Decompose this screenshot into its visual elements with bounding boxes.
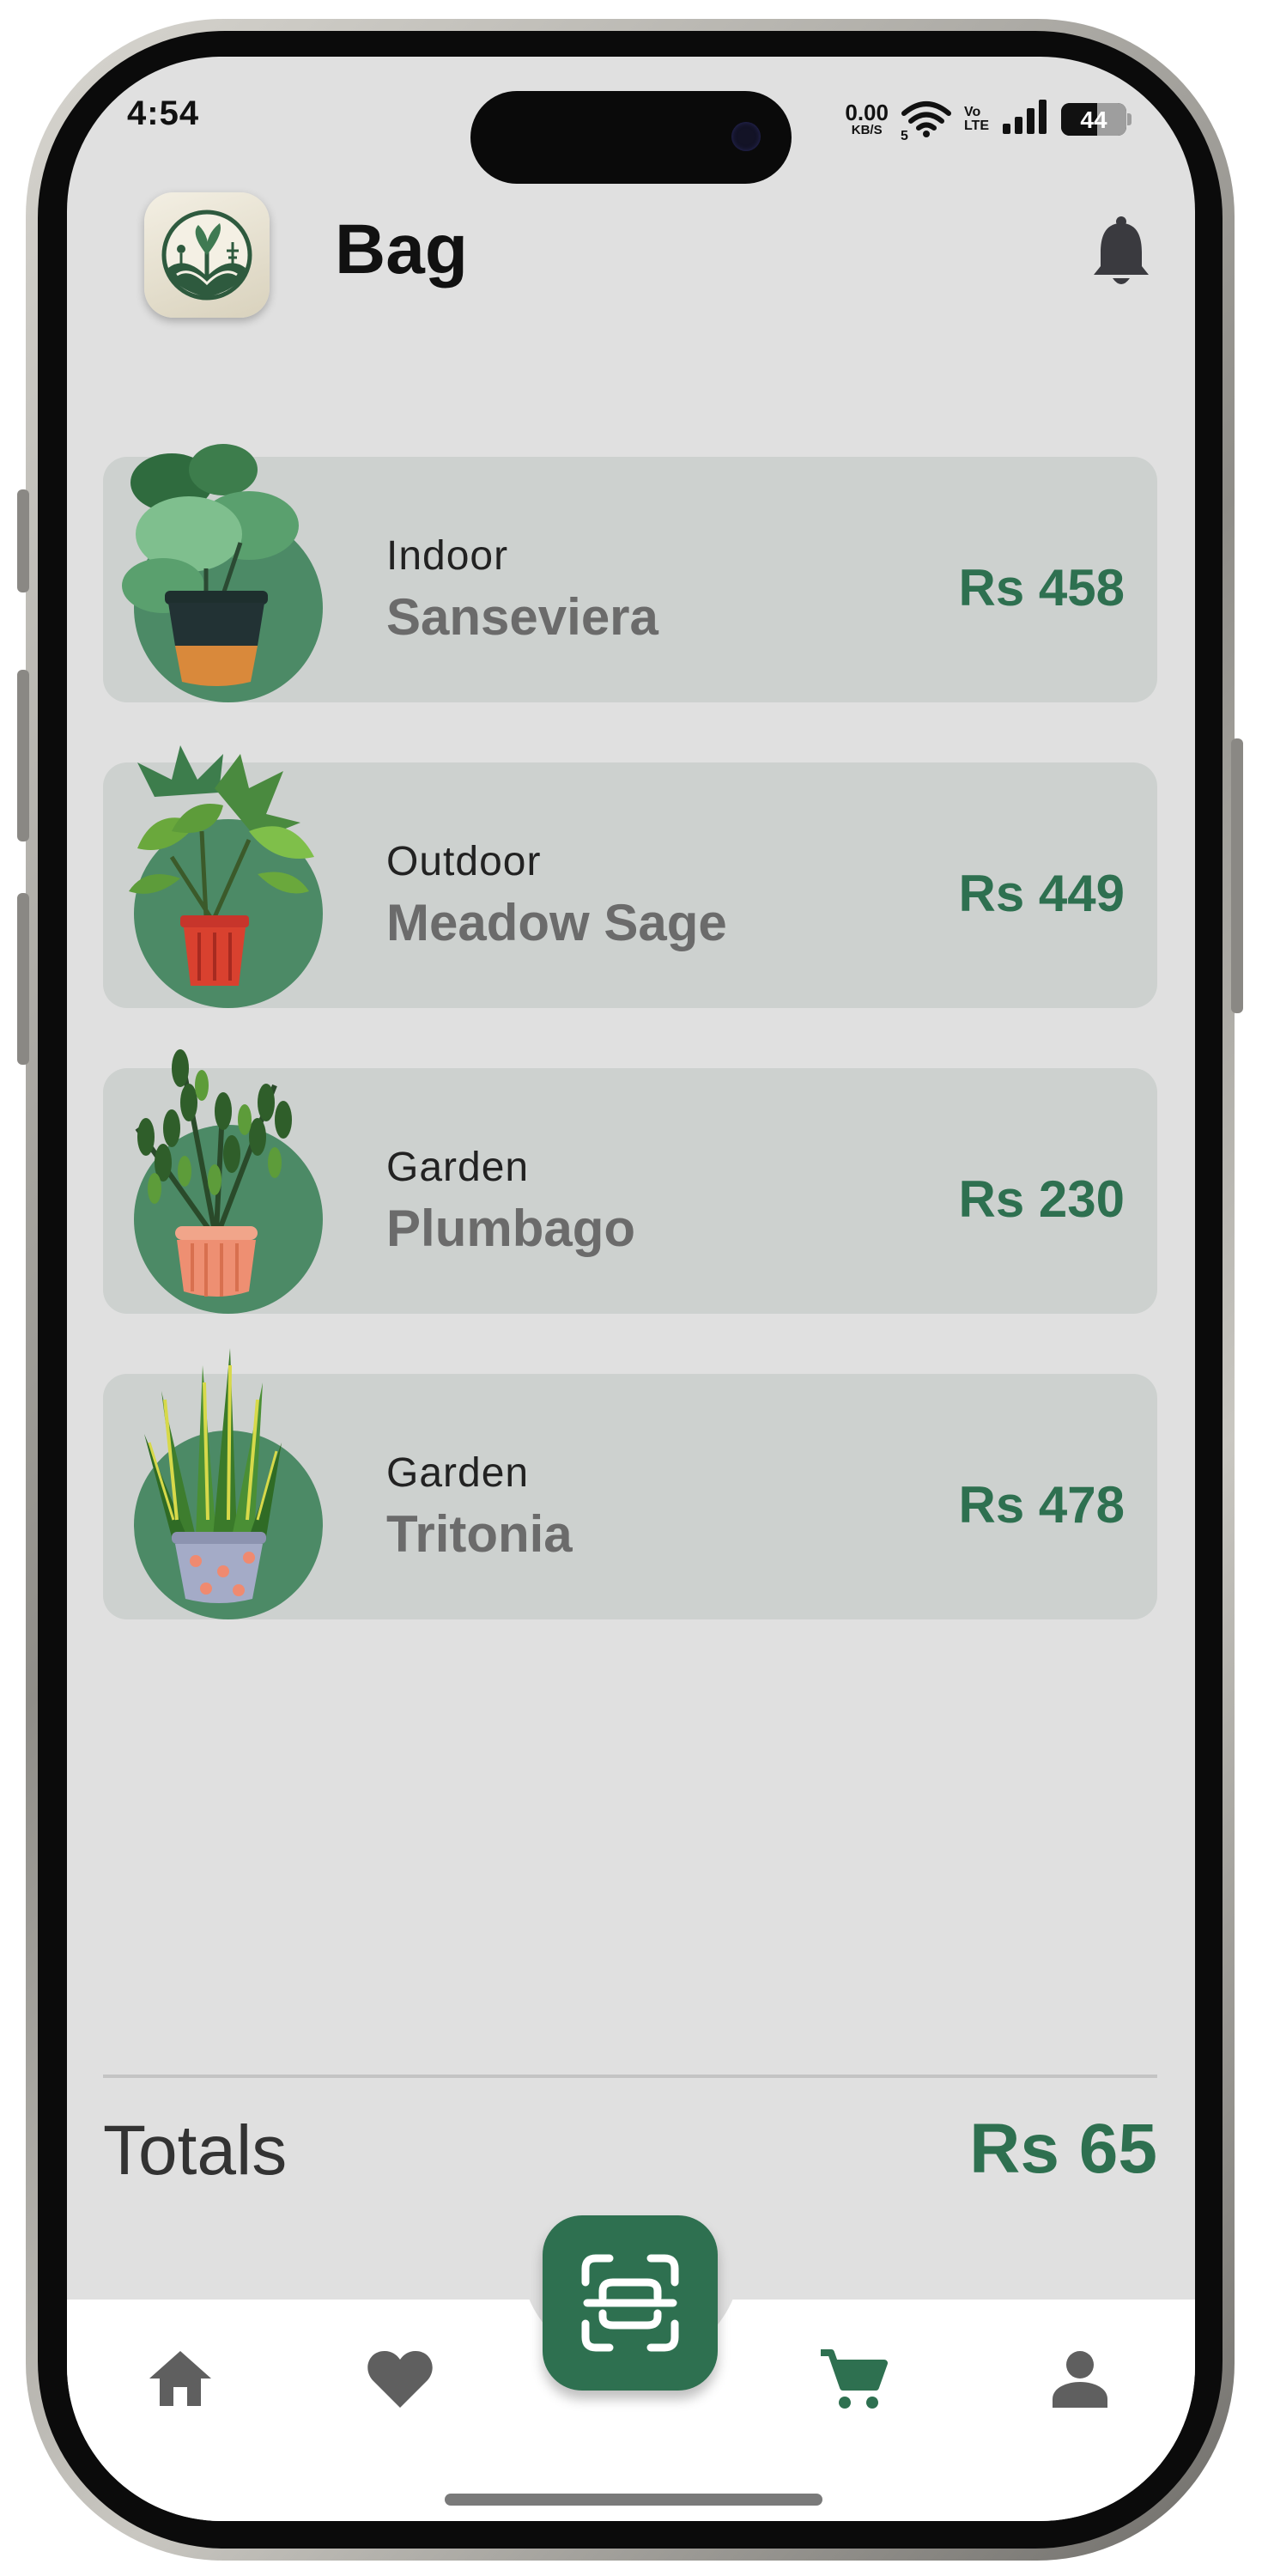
home-indicator xyxy=(445,2494,822,2506)
totals-label: Totals xyxy=(103,2111,288,2190)
item-category: Indoor xyxy=(386,533,509,579)
profile-icon xyxy=(1053,2351,1107,2408)
nav-favorites[interactable] xyxy=(366,2348,434,2414)
signal-icon xyxy=(1001,98,1049,140)
status-icons: 0.00 KB/S 5 Vo LTE 44 xyxy=(845,98,1132,143)
plant-logo-icon xyxy=(161,210,252,301)
network-speed-unit: KB/S xyxy=(851,123,883,137)
camera-icon xyxy=(731,122,761,151)
page-title: Bag xyxy=(335,210,468,289)
wifi-icon: 5 xyxy=(901,100,952,143)
dynamic-island xyxy=(470,91,792,184)
item-price: Rs 230 xyxy=(958,1170,1125,1228)
nav-home[interactable] xyxy=(146,2348,215,2414)
status-time: 4:54 xyxy=(127,94,200,132)
action-button xyxy=(17,489,29,592)
plant-tritonia-image xyxy=(144,1348,282,1603)
volume-down-button xyxy=(17,893,29,1065)
cart-item[interactable]: Garden Tritonia Rs 478 xyxy=(103,1348,1157,1619)
item-name: Meadow Sage xyxy=(386,894,727,951)
cart-item[interactable]: Outdoor Meadow Sage Rs 449 xyxy=(103,745,1157,1008)
battery-level: 44 xyxy=(1080,106,1107,133)
home-icon xyxy=(149,2351,211,2406)
totals-divider xyxy=(103,2075,1157,2078)
item-name: Tritonia xyxy=(386,1505,573,1563)
network-speed-value: 0.00 xyxy=(845,100,889,125)
item-category: Outdoor xyxy=(386,839,542,884)
volte-top: Vo xyxy=(963,104,981,119)
notifications-button[interactable] xyxy=(1090,215,1152,291)
item-category: Garden xyxy=(386,1145,530,1190)
nav-profile[interactable] xyxy=(1049,2348,1111,2414)
plant-plumbago-image xyxy=(135,1049,292,1297)
cart-item[interactable]: Garden Plumbago Rs 230 xyxy=(103,1049,1157,1314)
scan-icon xyxy=(581,2254,679,2352)
wifi-band-label: 5 xyxy=(900,128,908,143)
item-price: Rs 458 xyxy=(958,559,1125,617)
item-price: Rs 478 xyxy=(958,1476,1125,1534)
app-screen: 4:54 0.00 KB/S 5 Vo LTE 44 Bag Indoor Sa… xyxy=(67,57,1195,2521)
network-speed: 0.00 KB/S xyxy=(845,101,889,137)
cart-item[interactable]: Indoor Sanseviera Rs 458 xyxy=(103,444,1157,702)
heart-icon xyxy=(367,2351,433,2408)
power-button xyxy=(1231,738,1243,1013)
nav-cart[interactable] xyxy=(819,2348,888,2417)
volte-bottom: LTE xyxy=(963,118,989,133)
item-name: Sanseviera xyxy=(386,588,658,646)
item-name: Plumbago xyxy=(386,1200,636,1257)
scan-button[interactable] xyxy=(543,2215,718,2391)
volume-up-button xyxy=(17,670,29,841)
app-logo[interactable] xyxy=(144,192,270,318)
cart-icon xyxy=(821,2349,888,2409)
volte-indicator: Vo LTE xyxy=(963,104,989,133)
totals-value: Rs 65 xyxy=(969,2110,1157,2188)
battery-icon: 44 xyxy=(1061,102,1132,136)
bell-icon xyxy=(1094,216,1149,284)
item-category: Garden xyxy=(386,1450,530,1496)
plant-sanseviera-image xyxy=(122,444,299,686)
item-price: Rs 449 xyxy=(958,865,1125,922)
plant-meadow-sage-image xyxy=(129,745,314,986)
